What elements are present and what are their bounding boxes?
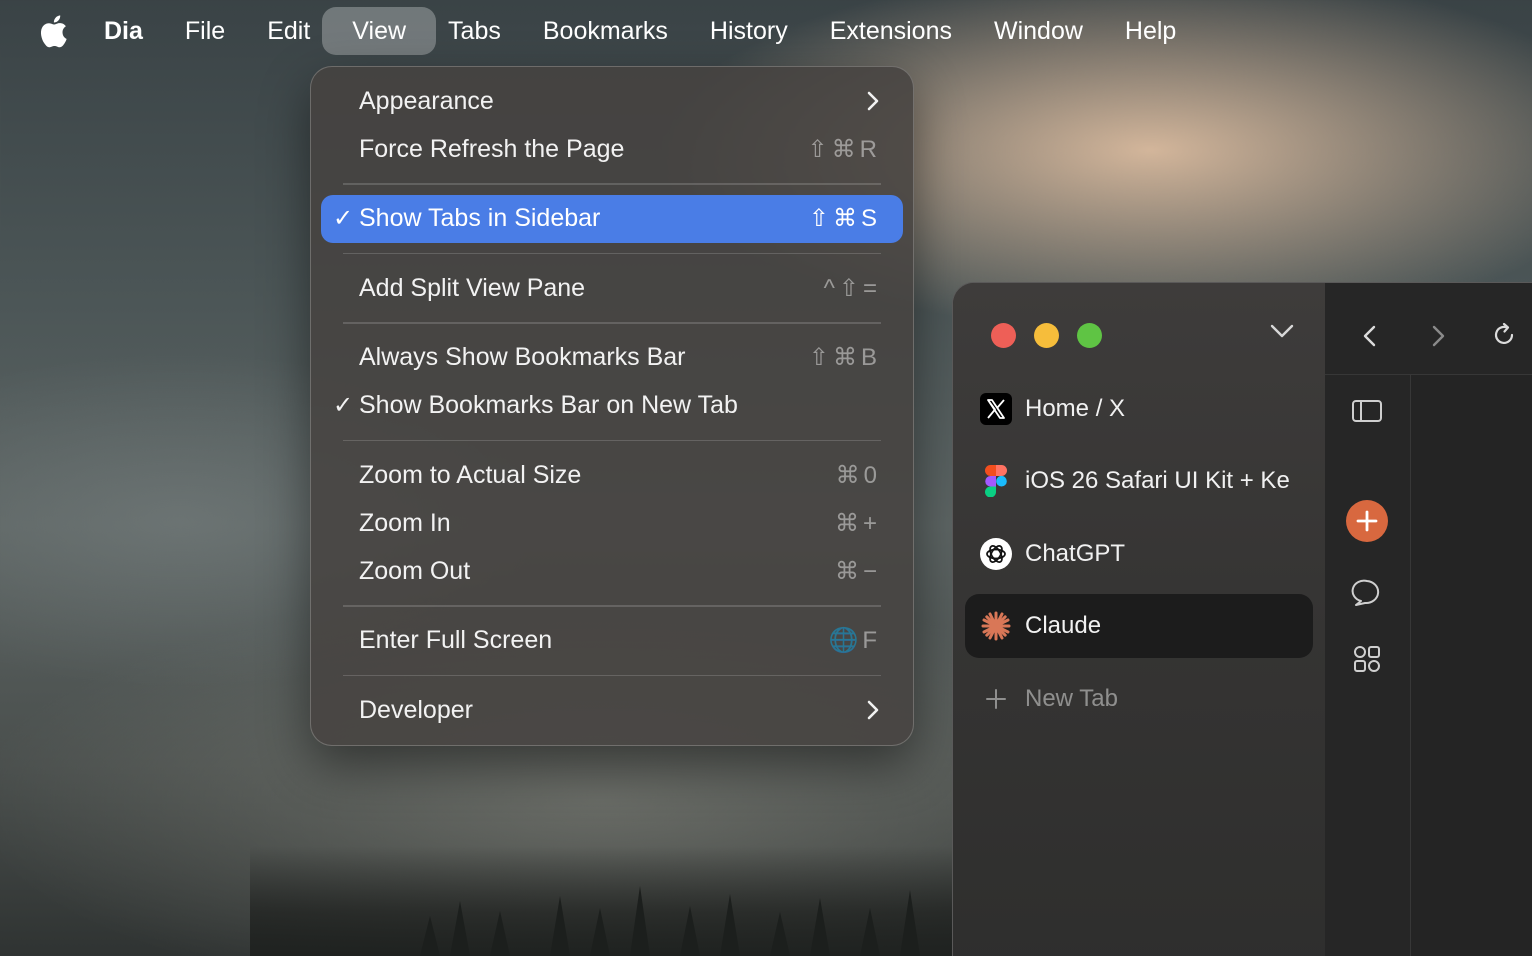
apple-logo-icon[interactable]: [38, 14, 68, 48]
tab-sidebar: Home / X iOS 26 Safari UI Kit + Ke ChatG…: [953, 283, 1325, 956]
view-menu-dropdown: Appearance Force Refresh the Page ⇧⌘R ✓ …: [310, 66, 914, 746]
menu-separator: [343, 439, 881, 441]
shortcut-label: ⇧⌘R: [807, 135, 881, 163]
traffic-lights: [991, 323, 1102, 348]
menu-item-zoom-in[interactable]: Zoom In ⌘+: [321, 499, 903, 547]
tab-title: ChatGPT: [1025, 540, 1126, 567]
menu-item-show-bookmarks-bar-on-new-tab[interactable]: ✓ Show Bookmarks Bar on New Tab: [321, 382, 903, 430]
menu-view[interactable]: View: [322, 7, 437, 55]
shortcut-label: 🌐F: [828, 627, 881, 654]
menu-edit[interactable]: Edit: [253, 7, 324, 55]
forward-icon[interactable]: [1425, 323, 1451, 349]
x-logo-icon: [979, 392, 1013, 426]
menu-item-label: Appearance: [359, 86, 494, 115]
menu-item-zoom-out[interactable]: Zoom Out ⌘−: [321, 547, 903, 595]
new-tab-label: New Tab: [1025, 685, 1118, 712]
menu-item-label: Zoom Out: [359, 556, 471, 585]
zoom-window-button[interactable]: [1077, 323, 1102, 348]
checkmark-icon: ✓: [332, 392, 354, 419]
menu-item-label: Show Tabs in Sidebar: [359, 204, 601, 232]
menu-separator: [343, 183, 881, 185]
chatgpt-icon: [979, 537, 1013, 571]
new-tab-button[interactable]: New Tab: [965, 667, 1313, 731]
minimize-window-button[interactable]: [1034, 323, 1059, 348]
tab-home-x[interactable]: Home / X: [965, 377, 1313, 441]
menu-window[interactable]: Window: [980, 7, 1097, 55]
tab-figma[interactable]: iOS 26 Safari UI Kit + Ke: [965, 449, 1313, 513]
back-icon[interactable]: [1357, 323, 1383, 349]
shortcut-label: ^⇧=: [823, 274, 881, 302]
menu-item-enter-full-screen[interactable]: Enter Full Screen 🌐F: [321, 617, 903, 665]
tab-title: iOS 26 Safari UI Kit + Ke: [1025, 467, 1290, 494]
new-chat-button[interactable]: [1345, 499, 1389, 543]
menu-tabs[interactable]: Tabs: [434, 7, 515, 55]
menu-item-developer[interactable]: Developer: [321, 686, 903, 734]
menu-app-dia[interactable]: Dia: [90, 7, 157, 55]
menu-item-label: Zoom In: [359, 508, 451, 537]
chat-bubble-icon[interactable]: [1345, 571, 1389, 615]
menu-item-label: Developer: [359, 695, 473, 724]
shortcut-label: ⇧⌘S: [808, 205, 881, 232]
shortcut-label: ⌘+: [834, 509, 881, 537]
menu-item-force-refresh[interactable]: Force Refresh the Page ⇧⌘R: [321, 125, 903, 173]
menu-item-appearance[interactable]: Appearance: [321, 77, 903, 125]
plus-icon: [1346, 500, 1388, 542]
page-content-area: [1411, 375, 1532, 956]
claude-icon: [979, 609, 1013, 643]
chevron-right-icon: [867, 91, 879, 111]
menu-help[interactable]: Help: [1111, 7, 1190, 55]
menu-item-label: Enter Full Screen: [359, 626, 553, 654]
tab-chatgpt[interactable]: ChatGPT: [965, 522, 1313, 586]
menu-extensions[interactable]: Extensions: [816, 7, 966, 55]
menu-item-label: Add Split View Pane: [359, 273, 586, 302]
menu-item-show-tabs-in-sidebar[interactable]: ✓ Show Tabs in Sidebar ⇧⌘S: [321, 194, 903, 243]
apps-grid-icon[interactable]: [1345, 637, 1389, 681]
plus-icon: [979, 682, 1013, 716]
menu-separator: [343, 322, 881, 324]
chevron-right-icon: [867, 700, 879, 720]
menu-separator: [343, 674, 881, 676]
chevron-down-icon[interactable]: [1269, 323, 1295, 339]
menu-item-zoom-actual-size[interactable]: Zoom to Actual Size ⌘0: [321, 451, 903, 499]
forest-silhouette: [250, 846, 970, 956]
reload-icon[interactable]: [1491, 322, 1517, 348]
menu-bar: Dia File Edit View Tabs Bookmarks Histor…: [0, 0, 1532, 62]
menu-item-always-show-bookmarks-bar[interactable]: Always Show Bookmarks Bar ⇧⌘B: [321, 334, 903, 382]
figma-icon: [979, 464, 1013, 498]
browser-side-rail: [1325, 375, 1411, 956]
menu-item-label: Show Bookmarks Bar on New Tab: [359, 391, 738, 419]
menu-item-add-split-view-pane[interactable]: Add Split View Pane ^⇧=: [321, 264, 903, 312]
browser-toolbar: [1325, 283, 1532, 375]
tab-claude[interactable]: Claude: [965, 594, 1313, 658]
menu-history[interactable]: History: [696, 7, 802, 55]
close-window-button[interactable]: [991, 323, 1016, 348]
checkmark-icon: ✓: [332, 205, 354, 232]
tab-title: Claude: [1025, 612, 1102, 639]
menu-bookmarks[interactable]: Bookmarks: [529, 7, 682, 55]
tab-title: Home / X: [1025, 395, 1126, 422]
menu-separator: [343, 252, 881, 254]
menu-item-label: Always Show Bookmarks Bar: [359, 343, 686, 371]
shortcut-label: ⌘−: [834, 557, 881, 585]
menu-item-label: Zoom to Actual Size: [359, 460, 582, 489]
shortcut-label: ⇧⌘B: [808, 344, 881, 371]
shortcut-label: ⌘0: [835, 461, 881, 489]
menu-file[interactable]: File: [171, 7, 239, 55]
menu-separator: [343, 605, 881, 607]
browser-window: Home / X iOS 26 Safari UI Kit + Ke ChatG…: [952, 282, 1532, 956]
menu-item-label: Force Refresh the Page: [359, 134, 625, 163]
sidebar-toggle-icon[interactable]: [1345, 389, 1389, 433]
